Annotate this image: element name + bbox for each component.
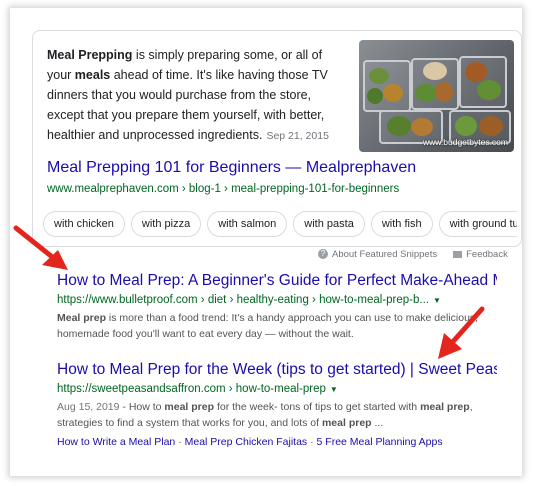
chip-with-fish[interactable]: with fish xyxy=(370,211,433,237)
snippet-feedback-bar: ? About Featured Snippets Feedback xyxy=(318,249,508,260)
sitelink-separator: · xyxy=(307,436,317,448)
featured-result-url: www.mealprephaven.com › blog-1 › meal-pr… xyxy=(47,183,400,195)
chickpeas xyxy=(435,82,453,102)
desc-text: ... xyxy=(371,417,384,429)
about-featured-snippets-link[interactable]: About Featured Snippets xyxy=(332,249,437,260)
sitelink-meal-planning-apps[interactable]: 5 Free Meal Planning Apps xyxy=(317,436,443,448)
broccoli xyxy=(455,116,477,136)
sitelink-chicken-fajitas[interactable]: Meal Prep Chicken Fajitas xyxy=(185,436,308,448)
broccoli xyxy=(369,68,389,84)
desc-text: - How to xyxy=(119,401,165,413)
desc-bold-term: meal prep xyxy=(420,401,470,413)
chickpeas xyxy=(411,118,433,136)
result-date: Aug 15, 2019 xyxy=(57,401,120,413)
snippet-bold-term: Meal Prepping xyxy=(47,48,133,62)
chip-with-pasta[interactable]: with pasta xyxy=(293,211,365,237)
refinement-chips: with chicken with pizza with salmon with pa… xyxy=(43,211,517,241)
result-url: https://www.bulletproof.com › diet › hea… xyxy=(57,294,441,306)
result-title-link[interactable]: How to Meal Prep: A Beginner's Guide for… xyxy=(57,272,497,290)
broccoli xyxy=(367,88,383,104)
desc-bold-term: meal prep xyxy=(164,401,215,413)
chip-with-salmon[interactable]: with salmon xyxy=(207,211,288,237)
desc-text: is more than a food trend: It's a handy … xyxy=(57,312,479,340)
result-url-text: https://www.bulletproof.com › diet › hea… xyxy=(57,294,429,306)
sitelinks: How to Write a Meal Plan · Meal Prep Chi… xyxy=(57,436,443,448)
chip-with-pizza[interactable]: with pizza xyxy=(130,211,202,237)
meal-prep-thumbnail-image[interactable]: www.budgetbytes.com xyxy=(359,40,514,152)
chickpeas xyxy=(465,62,487,82)
red-arrow-icon xyxy=(13,225,68,270)
desc-bold-term: meal prep xyxy=(321,417,372,429)
food-container xyxy=(363,60,411,112)
caret-down-icon[interactable]: ▼ xyxy=(330,385,338,394)
snippet-bold-term: meals xyxy=(74,68,111,82)
desc-text: for the week- tons of tips to get starte… xyxy=(214,401,421,413)
result-url-text: https://sweetpeasandsaffron.com › how-to… xyxy=(57,383,326,395)
featured-result-title-link[interactable]: Meal Prepping 101 for Beginners — Mealpr… xyxy=(47,159,416,177)
chickpeas xyxy=(479,116,503,136)
dressing-cup xyxy=(423,62,447,80)
featured-snippet-card: Meal Prepping is simply preparing some, … xyxy=(32,30,522,247)
broccoli xyxy=(477,80,501,100)
food-container xyxy=(459,56,507,108)
featured-snippet-text: Meal Prepping is simply preparing some, … xyxy=(47,45,337,146)
chip-with-ground-turkey[interactable]: with ground turkey xyxy=(438,211,517,237)
sitelink-separator: · xyxy=(175,436,185,448)
broccoli xyxy=(415,84,437,102)
desc-bold-term: Meal prep xyxy=(57,312,107,324)
red-arrow-icon xyxy=(438,306,485,359)
result-description: Aug 15, 2019 - How to meal prep for the … xyxy=(57,399,499,431)
help-icon: ? xyxy=(318,249,328,260)
feedback-link[interactable]: Feedback xyxy=(466,249,508,260)
broccoli xyxy=(387,116,411,136)
search-results-frame: Meal Prepping is simply preparing some, … xyxy=(10,8,522,476)
image-credit: www.budgetbytes.com xyxy=(422,137,508,147)
sitelink-write-meal-plan[interactable]: How to Write a Meal Plan xyxy=(57,436,175,448)
chickpeas xyxy=(383,84,403,102)
food-container xyxy=(411,58,459,110)
snippet-date: Sep 21, 2015 xyxy=(266,130,329,142)
result-url: https://sweetpeasandsaffron.com › how-to… xyxy=(57,383,338,395)
feedback-icon xyxy=(453,250,463,258)
